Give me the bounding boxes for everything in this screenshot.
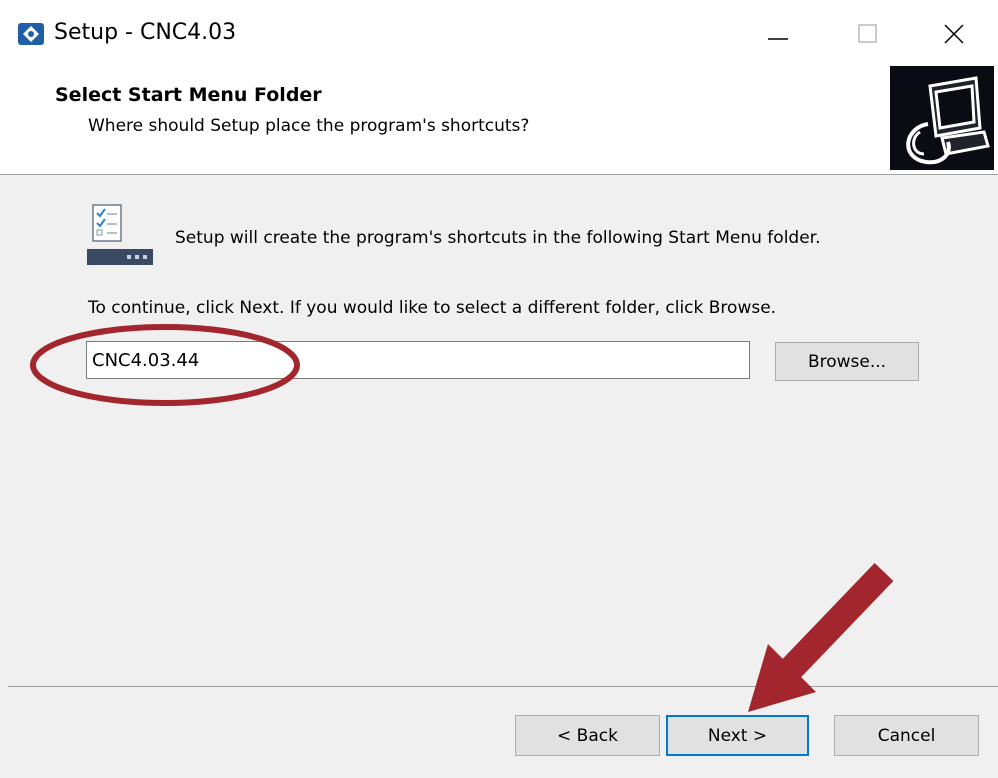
intro-text: Setup will create the program's shortcut… xyxy=(175,228,821,248)
start-menu-folder-field[interactable] xyxy=(86,341,750,379)
cancel-button[interactable]: Cancel xyxy=(834,715,979,756)
back-button[interactable]: < Back xyxy=(515,715,660,756)
browse-button[interactable]: Browse... xyxy=(775,342,919,381)
setup-app-icon[interactable] xyxy=(17,20,45,48)
close-button[interactable] xyxy=(910,0,998,68)
maximize-icon xyxy=(858,24,877,43)
start-menu-folder-icon xyxy=(85,203,157,269)
window-title: Setup - CNC4.03 xyxy=(54,20,237,45)
page-subtitle: Where should Setup place the program's s… xyxy=(88,116,530,136)
minimize-icon xyxy=(768,38,788,40)
next-button[interactable]: Next > xyxy=(666,715,809,756)
page-title: Select Start Menu Folder xyxy=(55,84,322,106)
instruction-text: To continue, click Next. If you would li… xyxy=(88,298,777,318)
setup-computer-icon xyxy=(890,66,994,170)
close-icon xyxy=(944,24,964,44)
minimize-button[interactable] xyxy=(732,0,824,68)
maximize-button[interactable] xyxy=(822,0,914,68)
